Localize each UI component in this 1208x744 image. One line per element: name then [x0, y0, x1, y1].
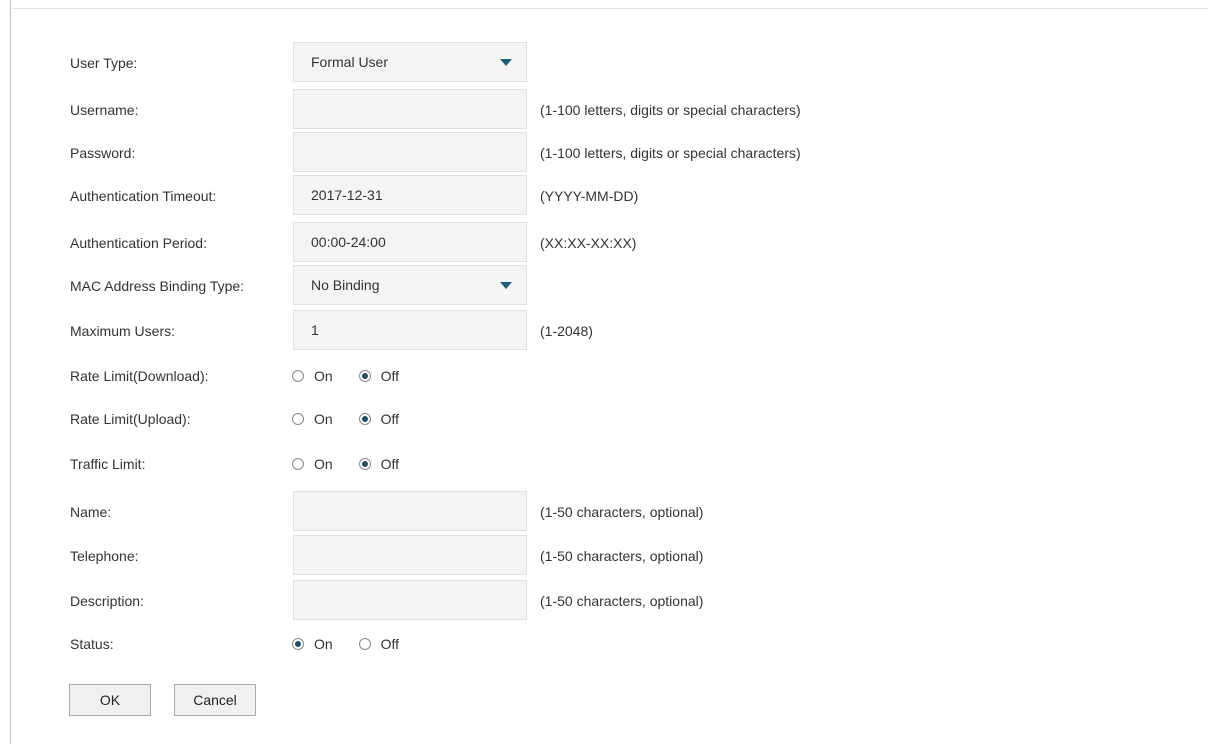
username-hint: (1-100 letters, digits or special charac… [540, 102, 801, 118]
description-label: Description: [70, 593, 144, 609]
rate-upload-off-radio[interactable]: Off [358, 411, 399, 427]
password-input[interactable] [293, 132, 527, 172]
chevron-down-icon [500, 282, 512, 289]
row-rate-download: Rate Limit(Download): On Off [0, 355, 1208, 397]
radio-unchecked-icon [358, 638, 371, 650]
telephone-label: Telephone: [70, 548, 139, 564]
telephone-hint: (1-50 characters, optional) [540, 548, 704, 564]
radio-off-label: Off [380, 456, 399, 472]
auth-timeout-input[interactable] [293, 175, 527, 215]
name-input[interactable] [293, 491, 527, 531]
row-auth-timeout: Authentication Timeout: (YYYY-MM-DD) [0, 175, 1208, 217]
radio-on-label: On [314, 636, 333, 652]
radio-checked-icon [358, 458, 371, 470]
max-users-input[interactable] [293, 310, 527, 350]
description-input[interactable] [293, 580, 527, 620]
status-off-radio[interactable]: Off [358, 636, 399, 652]
row-max-users: Maximum Users: (1-2048) [0, 310, 1208, 352]
username-label: Username: [70, 102, 139, 118]
rate-download-on-radio[interactable]: On [292, 368, 333, 384]
max-users-hint: (1-2048) [540, 323, 593, 339]
row-status: Status: On Off [0, 623, 1208, 665]
radio-on-label: On [314, 368, 333, 384]
row-rate-upload: Rate Limit(Upload): On Off [0, 398, 1208, 440]
status-on-radio[interactable]: On [292, 636, 333, 652]
rate-upload-radio-group: On Off [292, 411, 421, 427]
mac-binding-value: No Binding [311, 277, 380, 293]
radio-checked-icon [292, 638, 304, 650]
row-auth-period: Authentication Period: (XX:XX-XX:XX) [0, 222, 1208, 264]
mac-binding-label: MAC Address Binding Type: [70, 278, 245, 294]
auth-period-hint: (XX:XX-XX:XX) [540, 235, 637, 251]
auth-timeout-hint: (YYYY-MM-DD) [540, 188, 639, 204]
radio-unchecked-icon [292, 413, 304, 425]
user-type-value: Formal User [311, 54, 389, 70]
radio-checked-icon [358, 370, 371, 382]
row-telephone: Telephone: (1-50 characters, optional) [0, 535, 1208, 577]
row-username: Username: (1-100 letters, digits or spec… [0, 89, 1208, 131]
auth-period-label: Authentication Period: [70, 235, 207, 251]
username-input[interactable] [293, 89, 527, 129]
chevron-down-icon [500, 59, 512, 66]
traffic-limit-on-radio[interactable]: On [292, 456, 333, 472]
traffic-limit-off-radio[interactable]: Off [358, 456, 399, 472]
name-hint: (1-50 characters, optional) [540, 504, 704, 520]
user-type-select[interactable]: Formal User [293, 42, 527, 82]
row-user-type: User Type: Formal User [0, 42, 1208, 84]
max-users-label: Maximum Users: [70, 323, 176, 339]
status-label: Status: [70, 636, 114, 652]
status-radio-group: On Off [292, 636, 421, 652]
auth-period-input[interactable] [293, 222, 527, 262]
password-hint: (1-100 letters, digits or special charac… [540, 145, 801, 161]
telephone-input[interactable] [293, 535, 527, 575]
radio-checked-icon [358, 413, 371, 425]
rate-upload-on-radio[interactable]: On [292, 411, 333, 427]
row-name: Name: (1-50 characters, optional) [0, 491, 1208, 533]
rate-download-radio-group: On Off [292, 368, 421, 384]
radio-unchecked-icon [292, 370, 304, 382]
rate-download-off-radio[interactable]: Off [358, 368, 399, 384]
ok-button[interactable]: OK [69, 684, 151, 716]
rate-download-label: Rate Limit(Download): [70, 368, 209, 384]
description-hint: (1-50 characters, optional) [540, 593, 704, 609]
row-description: Description: (1-50 characters, optional) [0, 580, 1208, 622]
radio-off-label: Off [380, 368, 399, 384]
user-type-label: User Type: [70, 55, 138, 71]
add-user-form: User Type: Formal User Username: (1-100 … [0, 0, 1208, 744]
radio-on-label: On [314, 411, 333, 427]
traffic-limit-label: Traffic Limit: [70, 456, 146, 472]
radio-off-label: Off [380, 411, 399, 427]
traffic-limit-radio-group: On Off [292, 456, 421, 472]
auth-timeout-label: Authentication Timeout: [70, 188, 217, 204]
cancel-button[interactable]: Cancel [174, 684, 256, 716]
mac-binding-select[interactable]: No Binding [293, 265, 527, 305]
radio-on-label: On [314, 456, 333, 472]
row-password: Password: (1-100 letters, digits or spec… [0, 132, 1208, 174]
radio-unchecked-icon [292, 458, 304, 470]
password-label: Password: [70, 145, 136, 161]
row-mac-binding: MAC Address Binding Type: No Binding [0, 265, 1208, 307]
name-label: Name: [70, 504, 112, 520]
radio-off-label: Off [380, 636, 399, 652]
row-traffic-limit: Traffic Limit: On Off [0, 443, 1208, 485]
rate-upload-label: Rate Limit(Upload): [70, 411, 191, 427]
